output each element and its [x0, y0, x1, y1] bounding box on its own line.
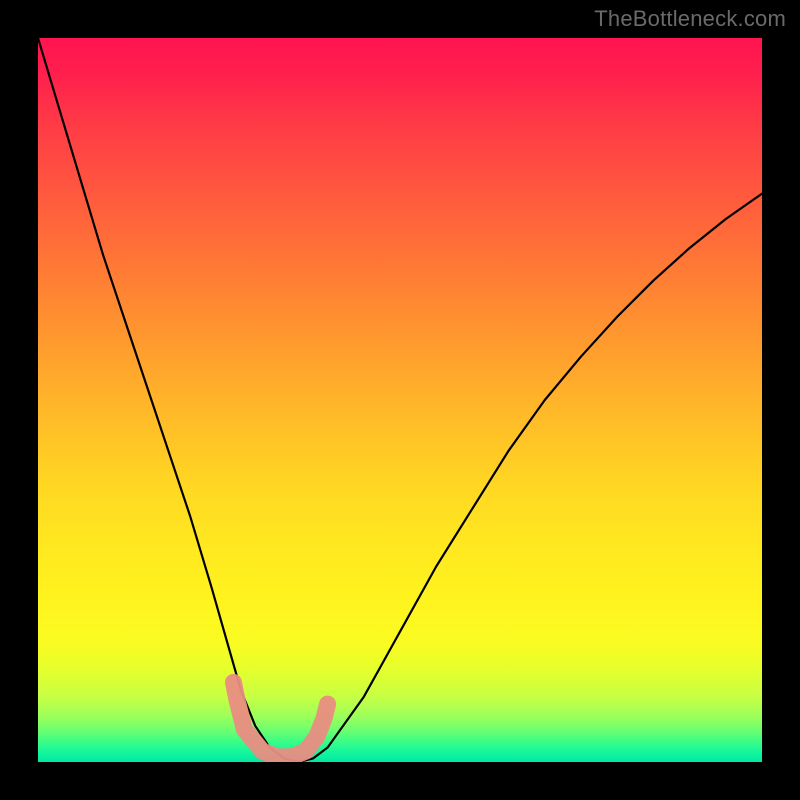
marker-trace: [233, 682, 327, 757]
chart-frame: TheBottleneck.com: [0, 0, 800, 800]
watermark-text: TheBottleneck.com: [594, 6, 786, 32]
bottleneck-curve: [38, 38, 762, 762]
chart-svg: [38, 38, 762, 762]
plot-area: [38, 38, 762, 762]
